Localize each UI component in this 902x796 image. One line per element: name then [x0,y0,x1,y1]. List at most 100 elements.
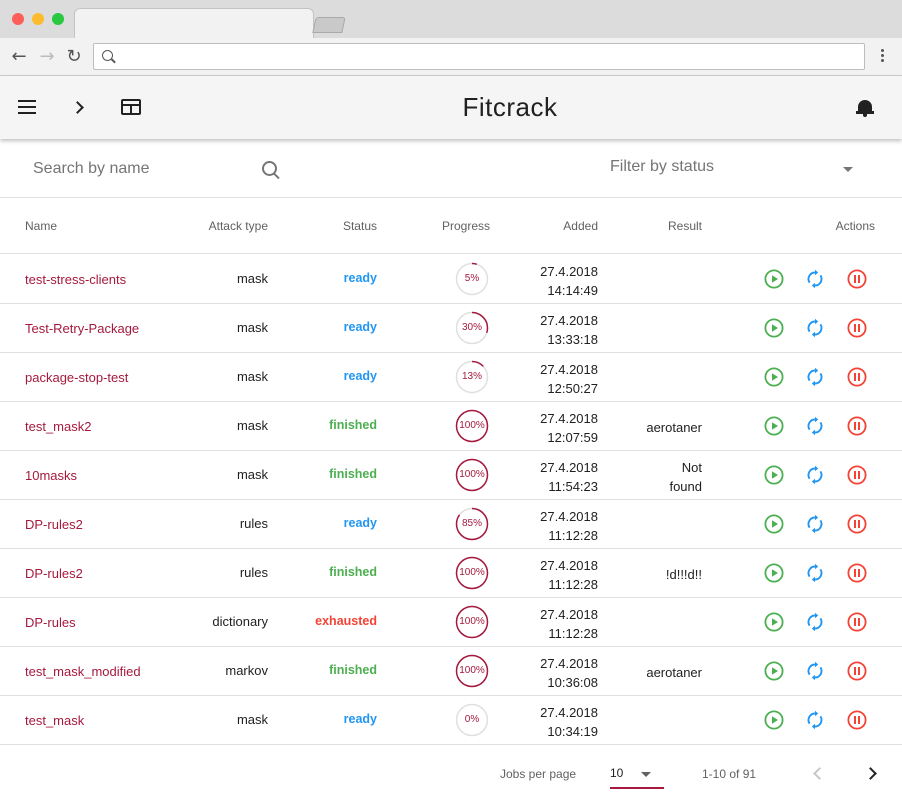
next-page-icon[interactable] [866,766,876,780]
table-row[interactable]: test_mask mask ready 0% 27.4.2018 10:34:… [0,696,902,745]
table-row[interactable]: DP-rules2 rules ready 85% 27.4.2018 11:1… [0,500,902,549]
table-row[interactable]: test-stress-clients mask ready 5% 27.4.2… [0,255,902,304]
job-name-link[interactable]: 10masks [25,468,77,483]
search-icon[interactable] [262,161,280,179]
address-bar[interactable] [93,43,865,70]
header-added[interactable]: Added [563,219,598,233]
table-row[interactable]: DP-rules2 rules finished 100% 27.4.2018 … [0,549,902,598]
pause-circle-icon[interactable] [847,514,867,534]
menu-icon[interactable] [18,100,36,114]
attack-type: mask [236,369,268,384]
chevron-right-icon[interactable] [72,98,86,116]
restart-icon[interactable] [805,465,825,485]
added-time: 11:54:23 [548,479,598,494]
table-row[interactable]: package-stop-test mask ready 13% 27.4.20… [0,353,902,402]
play-circle-icon[interactable] [764,269,784,289]
pause-circle-icon[interactable] [847,318,867,338]
status-text: ready [343,712,377,726]
window-minimize-button[interactable] [32,13,44,25]
header-progress[interactable]: Progress [442,219,490,233]
play-circle-icon[interactable] [764,661,784,681]
pause-circle-icon[interactable] [847,661,867,681]
added-time: 11:12:28 [548,577,598,592]
result-text: aerotaner [612,418,702,437]
previous-page-icon[interactable] [812,766,822,780]
job-name-link[interactable]: test_mask_modified [25,664,141,679]
pause-circle-icon[interactable] [847,612,867,632]
play-circle-icon[interactable] [764,514,784,534]
result-text: !d!!!d!! [612,565,702,584]
attack-type: rules [239,565,268,580]
restart-icon[interactable] [805,612,825,632]
added-time: 14:14:49 [547,283,598,298]
browser-menu-icon[interactable] [875,47,889,67]
pagination-bar: Jobs per page 10 1-10 of 91 [0,746,902,796]
header-name[interactable]: Name [25,219,57,233]
job-name-link[interactable]: test_mask2 [25,419,91,434]
header-attack-type[interactable]: Attack type [209,219,268,233]
table-row[interactable]: Test-Retry-Package mask ready 30% 27.4.2… [0,304,902,353]
added-time: 12:50:27 [547,381,598,396]
job-name-link[interactable]: DP-rules [25,615,76,630]
per-page-select[interactable]: 10 [610,765,664,789]
pause-circle-icon[interactable] [847,465,867,485]
restart-icon[interactable] [805,318,825,338]
restart-icon[interactable] [805,269,825,289]
window-zoom-button[interactable] [52,13,64,25]
header-status[interactable]: Status [343,219,377,233]
table-row[interactable]: test_mask_modified markov finished 100% … [0,647,902,696]
restart-icon[interactable] [805,563,825,583]
browser-tab-active[interactable] [74,8,314,40]
pause-circle-icon[interactable] [847,563,867,583]
progress-percent: 100% [459,567,485,578]
restart-icon[interactable] [805,661,825,681]
job-name-link[interactable]: test_mask [25,713,84,728]
attack-type: rules [239,516,268,531]
window-close-button[interactable] [12,13,24,25]
table-row[interactable]: test_mask2 mask finished 100% 27.4.2018 … [0,402,902,451]
pause-circle-icon[interactable] [847,367,867,387]
search-input[interactable] [33,158,253,180]
app-title: Fitcrack [462,92,558,122]
header-result[interactable]: Result [668,219,702,233]
progress-percent: 5% [464,273,480,284]
status-filter-select[interactable]: Filter by status [610,158,860,182]
job-name-link[interactable]: DP-rules2 [25,566,83,581]
table-row[interactable]: 10masks mask finished 100% 27.4.2018 11:… [0,451,902,500]
play-circle-icon[interactable] [764,710,784,730]
restart-icon[interactable] [805,367,825,387]
play-circle-icon[interactable] [764,563,784,583]
forward-arrow-icon[interactable]: → [37,47,57,67]
progress-percent: 100% [459,665,485,676]
restart-icon[interactable] [805,514,825,534]
reload-icon[interactable]: ↻ [64,47,84,67]
pause-circle-icon[interactable] [847,269,867,289]
job-name-link[interactable]: Test-Retry-Package [25,321,139,336]
job-name-link[interactable]: DP-rules2 [25,517,83,532]
restart-icon[interactable] [805,710,825,730]
job-name-link[interactable]: package-stop-test [25,370,128,385]
dashboard-icon[interactable] [121,99,141,115]
pause-circle-icon[interactable] [847,416,867,436]
browser-toolbar: ← → ↻ [0,38,902,76]
result-text: Not found [612,458,702,496]
added-datetime: 27.4.2018 12:50:27 [540,360,598,398]
play-circle-icon[interactable] [764,465,784,485]
play-circle-icon[interactable] [764,612,784,632]
progress-percent: 85% [461,518,482,529]
job-name-link[interactable]: test-stress-clients [25,272,126,287]
bell-icon[interactable] [856,98,874,118]
progress-percent: 13% [461,371,482,382]
restart-icon[interactable] [805,416,825,436]
play-circle-icon[interactable] [764,318,784,338]
play-circle-icon[interactable] [764,416,784,436]
table-row[interactable]: DP-rules dictionary exhausted 100% 27.4.… [0,598,902,647]
status-text: ready [343,320,377,334]
progress-circle: 0% [455,703,489,737]
back-arrow-icon[interactable]: ← [9,47,29,67]
play-circle-icon[interactable] [764,367,784,387]
progress-percent: 100% [459,469,485,480]
dropdown-arrow-icon[interactable] [843,167,853,172]
browser-new-tab-button[interactable] [312,17,346,33]
pause-circle-icon[interactable] [847,710,867,730]
